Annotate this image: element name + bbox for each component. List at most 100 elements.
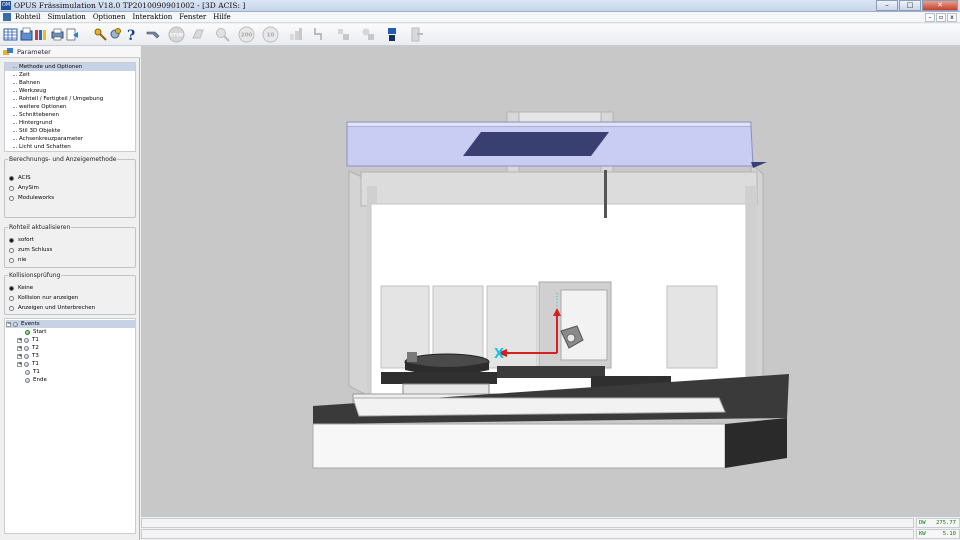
radio-nie[interactable]: nie <box>9 256 26 264</box>
step-forward-icon[interactable] <box>287 26 304 43</box>
radio-zum-schluss[interactable]: zum Schluss <box>9 246 52 254</box>
menu-optionen[interactable]: Optionen <box>93 13 126 21</box>
radio-label: sofort <box>18 237 34 243</box>
radio-dot[interactable] <box>9 185 14 191</box>
tree-node-t1-third[interactable]: T1 <box>25 368 40 376</box>
radio-dot[interactable] <box>9 257 14 263</box>
event-icon <box>24 361 29 367</box>
calc-method-legend: Berechnungs- und Anzeigemethode <box>8 156 118 163</box>
mdi-restore-button[interactable]: ▫ <box>936 13 946 22</box>
export-icon[interactable] <box>64 26 81 43</box>
nav-item-achsenkreuz[interactable]: Achsenkreuzparameter <box>5 135 135 143</box>
menu-rohteil[interactable]: Rohteil <box>15 13 40 21</box>
nav-item-hintergrund[interactable]: Hintergrund <box>5 119 135 127</box>
radio-sofort[interactable]: sofort <box>9 236 34 244</box>
spindle-housing <box>560 289 608 361</box>
expand-icon[interactable]: + <box>17 337 22 343</box>
radio-dot[interactable] <box>9 295 14 301</box>
radio-label: Moduleworks <box>18 195 55 201</box>
collision-icon[interactable] <box>384 26 401 43</box>
nav-item-weitere-optionen[interactable]: weitere Optionen <box>5 103 135 111</box>
panel-header: Parameter <box>0 46 140 58</box>
table-view-icon[interactable] <box>2 26 19 43</box>
menu-hilfe[interactable]: Hilfe <box>213 13 230 21</box>
nav-item-licht[interactable]: Licht und Schatten <box>5 143 135 151</box>
nav-item-methode[interactable]: Methode und Optionen <box>5 63 135 71</box>
nav-item-zeit[interactable]: Zeit <box>5 71 135 79</box>
maximize-button[interactable]: □ <box>899 0 921 11</box>
nav-item-bahnen[interactable]: Bahnen <box>5 79 135 87</box>
speed-200-button[interactable]: 200 <box>238 26 255 43</box>
3d-viewport[interactable]: X <box>141 46 960 516</box>
color-bars-icon[interactable] <box>33 26 50 43</box>
tree-label: Ende <box>33 377 47 383</box>
radio-label: Anzeigen und Unterbrechen <box>18 305 96 311</box>
event-icon <box>25 369 30 375</box>
mdi-minimize-button[interactable]: – <box>925 13 935 22</box>
panel-title: Parameter <box>17 48 51 56</box>
tree-node-t1[interactable]: + T1 <box>17 336 39 344</box>
menu-interaktion[interactable]: Interaktion <box>132 13 172 21</box>
machine-scene: X <box>312 111 789 469</box>
update-stock-legend: Rohteil aktualisieren <box>8 224 72 231</box>
tree-label: Start <box>33 329 47 335</box>
exit-icon[interactable] <box>408 26 425 43</box>
window-panel <box>666 285 718 369</box>
help-icon[interactable]: ? <box>123 26 140 44</box>
machine-icon[interactable] <box>360 26 377 43</box>
tree-node-t2[interactable]: + T2 <box>17 344 39 352</box>
tree-node-ende[interactable]: Ende <box>25 376 47 384</box>
settings-tool-icon[interactable] <box>107 26 124 43</box>
step-back-icon[interactable] <box>190 26 207 43</box>
radio-dot[interactable] <box>9 175 14 181</box>
event-icon <box>24 337 29 343</box>
speed-10-button[interactable]: 10 <box>262 26 279 43</box>
kw-readout: KW 5.10 <box>916 529 960 539</box>
expand-icon[interactable]: + <box>17 353 22 359</box>
radio-dot[interactable] <box>9 195 14 201</box>
event-icon <box>24 353 29 359</box>
tree-label: T1 <box>32 361 39 367</box>
radio-anzeigen-unterbrechen[interactable]: Anzeigen und Unterbrechen <box>9 304 95 312</box>
menu-fenster[interactable]: Fenster <box>179 13 206 21</box>
table-left-top <box>381 372 497 384</box>
stop-button[interactable]: STOP <box>168 26 185 43</box>
zoom-step-icon[interactable] <box>214 26 231 43</box>
speed-200-label: 200 <box>241 33 253 39</box>
document-icon[interactable] <box>3 13 11 21</box>
event-active-icon <box>25 329 30 335</box>
radio-dot[interactable] <box>9 285 14 291</box>
table-center <box>497 366 605 378</box>
radio-anysim[interactable]: AnySim <box>9 184 39 192</box>
tree-node-t1-second[interactable]: + T1 <box>17 360 39 368</box>
mill-icon[interactable] <box>335 26 352 43</box>
close-button[interactable]: ✕ <box>922 0 958 11</box>
nav-item-rohteil[interactable]: Rohteil / Fertigteil / Umgebung <box>5 95 135 103</box>
radio-keine[interactable]: Keine <box>9 284 33 292</box>
collapse-icon[interactable]: − <box>6 321 11 327</box>
radio-moduleworks[interactable]: Moduleworks <box>9 194 54 202</box>
radio-kollision-anzeigen[interactable]: Kollision nur anzeigen <box>9 294 78 302</box>
expand-icon[interactable]: + <box>17 361 22 367</box>
nav-item-stil[interactable]: Stil 3D Objekte <box>5 127 135 135</box>
radio-dot[interactable] <box>9 247 14 253</box>
roof-spindle-cover <box>463 132 609 156</box>
event-icon <box>25 377 30 383</box>
nav-item-werkzeug[interactable]: Werkzeug <box>5 87 135 95</box>
tree-root-events[interactable]: − Events <box>6 320 136 328</box>
tree-node-t3[interactable]: + T3 <box>17 352 39 360</box>
spindle-icon[interactable] <box>145 26 162 43</box>
radio-dot[interactable] <box>9 305 14 311</box>
nav-item-schnittebenen[interactable]: Schnittebenen <box>5 111 135 119</box>
mdi-close-button[interactable]: x <box>947 13 957 22</box>
tree-node-start[interactable]: Start <box>25 328 46 336</box>
update-stock-group: Rohteil aktualisieren sofort zum Schluss… <box>4 224 136 268</box>
minimize-button[interactable]: – <box>876 0 898 11</box>
radio-acis[interactable]: ACIS <box>9 174 31 182</box>
parameter-icon <box>3 48 13 55</box>
tool-path-icon[interactable] <box>311 26 328 43</box>
expand-icon[interactable]: + <box>17 345 22 351</box>
radio-dot[interactable] <box>9 237 14 243</box>
menu-simulation[interactable]: Simulation <box>47 13 85 21</box>
tree-label: T3 <box>32 353 39 359</box>
